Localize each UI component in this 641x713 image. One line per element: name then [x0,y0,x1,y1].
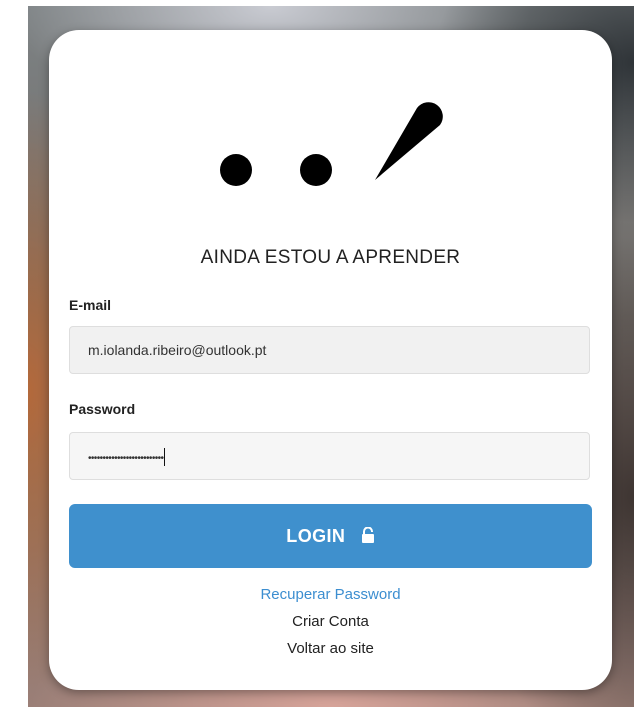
login-button[interactable]: LOGIN [69,504,592,568]
lock-open-icon [361,527,374,544]
login-card: AINDA ESTOU A APRENDER E-mail m.iolanda.… [49,30,612,690]
logo-dot-left [220,154,252,186]
logo-pin-mark [375,102,443,180]
back-to-site-link[interactable]: Voltar ao site [49,640,612,657]
password-mask: •••••••••••••••••••••••••• [88,453,164,464]
create-account-link[interactable]: Criar Conta [49,613,612,630]
login-button-label: LOGIN [286,526,346,546]
logo-dot-middle [300,154,332,186]
logo-icon [220,102,443,186]
email-label: E-mail [69,297,112,313]
text-caret [164,448,166,467]
email-value: m.iolanda.ribeiro@outlook.pt [88,342,267,358]
password-label: Password [69,401,136,417]
brand-title: AINDA ESTOU A APRENDER [200,247,461,268]
recover-password-link[interactable]: Recuperar Password [49,586,612,603]
password-field[interactable]: •••••••••••••••••••••••••• [69,432,590,480]
email-field[interactable]: m.iolanda.ribeiro@outlook.pt [69,326,590,374]
